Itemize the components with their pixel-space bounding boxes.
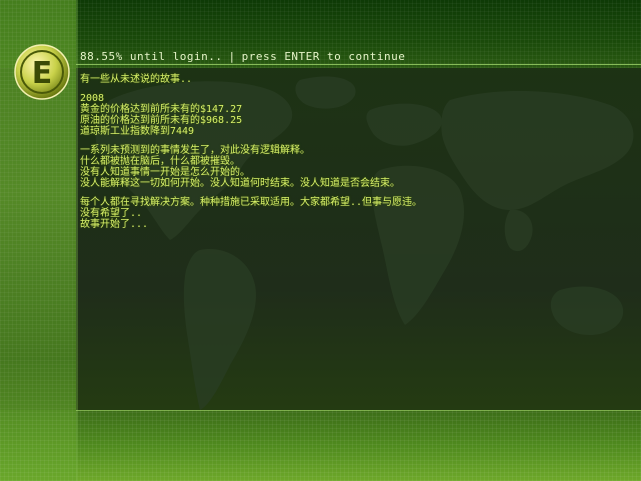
story-fact: 道琼斯工业指数降到7449 xyxy=(80,126,195,137)
progress-text: 88.55% until login.. xyxy=(80,50,223,63)
story-line: 没有希望了.. xyxy=(80,208,143,219)
game-loading-screen: E 88.55% until login.. | press ENTER to co… xyxy=(0,0,641,481)
story-line: 没人能解释这一切如何开始。没人知道何时结束。没人知道是否会结束。 xyxy=(80,178,400,189)
header-separator: | xyxy=(228,50,236,63)
login-progress-header: 88.55% until login.. | press ENTER to cont… xyxy=(80,50,405,66)
footer-divider-line xyxy=(76,410,641,411)
story-intro: 有一些从未述说的故事.. xyxy=(80,74,193,85)
svg-text:E: E xyxy=(32,56,53,91)
story-fact: 黄金的价格达到前所未有的$147.27 xyxy=(80,104,243,115)
story-line: 没有人知道事情一开始是怎么开始的。 xyxy=(80,167,250,178)
story-year: 2008 xyxy=(80,93,105,104)
e-emblem-icon: E xyxy=(14,44,70,100)
story-line: 什么都被抛在脑后，什么都被摧毁。 xyxy=(80,156,240,167)
left-band-edge xyxy=(76,0,78,481)
continue-prompt[interactable]: press ENTER to continue xyxy=(242,50,406,63)
story-text-panel: 有一些从未述说的故事.. 2008 黄金的价格达到前所未有的$147.27 原油… xyxy=(80,74,620,230)
story-fact: 原油的价格达到前所未有的$968.25 xyxy=(80,115,243,126)
story-line: 一系列未预测到的事情发生了，对此没有逻辑解释。 xyxy=(80,145,310,156)
story-line: 每个人都在寻找解决方案。种种措施已采取适用。大家都希望..但事与愿违。 xyxy=(80,197,423,208)
story-line: 故事开始了... xyxy=(80,219,149,230)
